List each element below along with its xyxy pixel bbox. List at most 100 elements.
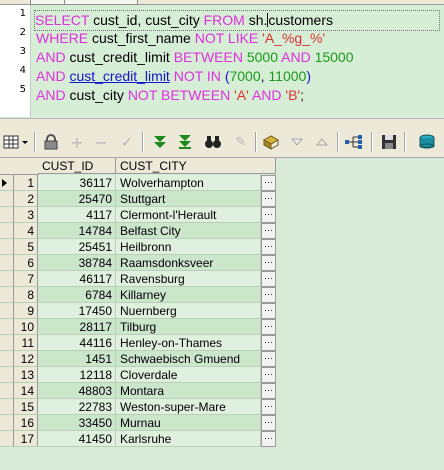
code-token: ; <box>300 87 304 103</box>
table-row[interactable]: 9 17450 Nuernberg ··· <box>0 303 276 319</box>
query-by-example-icon[interactable] <box>262 133 280 151</box>
fetch-next-icon[interactable] <box>151 133 169 151</box>
table-row[interactable]: 3 4117 Clermont-l'Herault ··· <box>0 207 276 223</box>
cust-id-cell[interactable]: 22783 <box>38 399 116 415</box>
lock-icon[interactable] <box>42 133 60 151</box>
find-icon[interactable] <box>204 133 222 151</box>
cust-id-cell[interactable]: 1451 <box>38 351 116 367</box>
row-number: 1 <box>14 175 38 191</box>
fetch-all-icon[interactable] <box>176 133 194 151</box>
cell-editor-button[interactable]: ··· <box>261 255 276 271</box>
cust-city-cell[interactable]: Tilburg <box>116 319 261 335</box>
table-row[interactable]: 5 25451 Heilbronn ··· <box>0 239 276 255</box>
cell-editor-button[interactable]: ··· <box>261 271 276 287</box>
cust-city-cell[interactable]: Cloverdale <box>116 367 261 383</box>
cust-city-cell[interactable]: Wolverhampton <box>116 175 261 191</box>
cust-id-cell[interactable]: 46117 <box>38 271 116 287</box>
table-row[interactable]: 6 38784 Raamsdonksveer ··· <box>0 255 276 271</box>
cust-id-cell[interactable]: 14784 <box>38 223 116 239</box>
table-row[interactable]: 4 14784 Belfast City ··· <box>0 223 276 239</box>
table-row[interactable]: 1 36117 Wolverhampton ··· <box>0 175 276 191</box>
cust-id-cell[interactable]: 25470 <box>38 191 116 207</box>
cust-city-cell[interactable]: Stuttgart <box>116 191 261 207</box>
cell-editor-button[interactable]: ··· <box>261 223 276 239</box>
row-indicator <box>0 335 14 351</box>
cell-editor-button[interactable]: ··· <box>261 415 276 431</box>
cust-id-cell[interactable]: 44116 <box>38 335 116 351</box>
cell-editor-button[interactable]: ··· <box>261 207 276 223</box>
cell-editor-button[interactable]: ··· <box>261 239 276 255</box>
row-indicator <box>0 191 14 207</box>
cust-city-cell[interactable]: Nuernberg <box>116 303 261 319</box>
cell-editor-button[interactable]: ··· <box>261 335 276 351</box>
table-row[interactable]: 8 6784 Killarney ··· <box>0 287 276 303</box>
column-header-cust-id[interactable]: CUST_ID <box>38 158 116 174</box>
cust-id-cell[interactable]: 33450 <box>38 415 116 431</box>
cust-id-cell[interactable]: 12118 <box>38 367 116 383</box>
row-indicator <box>0 287 14 303</box>
code-line[interactable]: WHERE cust_first_name NOT LIKE 'A_%g_%' <box>36 29 440 48</box>
cell-editor-button[interactable]: ··· <box>261 383 276 399</box>
table-row[interactable]: 10 28117 Tilburg ··· <box>0 319 276 335</box>
cust-id-cell[interactable]: 48803 <box>38 383 116 399</box>
post-icon[interactable]: ✓ <box>118 133 136 151</box>
sql-editor[interactable]: 1 2 3 4 5 SELECT cust_id, cust_city FROM… <box>0 5 444 117</box>
code-line[interactable]: AND cust_city NOT BETWEEN 'A' AND 'B'; <box>36 86 440 105</box>
save-icon[interactable] <box>380 133 398 151</box>
cell-editor-button[interactable]: ··· <box>261 175 276 191</box>
cust-id-cell[interactable]: 17450 <box>38 303 116 319</box>
table-row[interactable]: 7 46117 Ravensburg ··· <box>0 271 276 287</box>
add-row-icon[interactable]: + <box>68 133 86 152</box>
cell-editor-button[interactable]: ··· <box>261 399 276 415</box>
cust-city-cell[interactable]: Belfast City <box>116 223 261 239</box>
cust-id-cell[interactable]: 28117 <box>38 319 116 335</box>
cust-city-cell[interactable]: Karlsruhe <box>116 431 261 447</box>
table-row[interactable]: 17 41450 Karlsruhe ··· <box>0 431 276 447</box>
sort-down-icon[interactable] <box>288 133 306 151</box>
cell-editor-button[interactable]: ··· <box>261 367 276 383</box>
cell-editor-button[interactable]: ··· <box>261 191 276 207</box>
cell-editor-button[interactable]: ··· <box>261 351 276 367</box>
code-token: ) <box>306 68 311 84</box>
row-indicator <box>0 271 14 287</box>
cell-editor-button[interactable]: ··· <box>261 303 276 319</box>
tree-icon[interactable] <box>345 133 363 151</box>
cust-id-cell[interactable]: 38784 <box>38 255 116 271</box>
cell-editor-button[interactable]: ··· <box>261 287 276 303</box>
code-token: AND <box>36 87 66 103</box>
grid-corner[interactable] <box>0 158 39 175</box>
clear-icon[interactable]: ✎ <box>232 133 250 151</box>
delete-row-icon[interactable]: − <box>92 133 110 152</box>
table-row[interactable]: 16 33450 Murnau ··· <box>0 415 276 431</box>
cust-city-cell[interactable]: Schwaebisch Gmuend <box>116 351 261 367</box>
cust-city-cell[interactable]: Clermont-l'Herault <box>116 207 261 223</box>
table-row[interactable]: 14 48803 Montara ··· <box>0 383 276 399</box>
export-icon[interactable] <box>418 133 436 151</box>
cust-city-cell[interactable]: Ravensburg <box>116 271 261 287</box>
cust-id-cell[interactable]: 6784 <box>38 287 116 303</box>
table-row[interactable]: 13 12118 Cloverdale ··· <box>0 367 276 383</box>
cust-city-cell[interactable]: Killarney <box>116 287 261 303</box>
code-line[interactable]: AND cust_credit_limit BETWEEN 5000 AND 1… <box>36 48 440 67</box>
cust-id-cell[interactable]: 36117 <box>38 175 116 191</box>
code-line[interactable]: SELECT cust_id, cust_city FROM sh.custom… <box>34 10 440 31</box>
cust-city-cell[interactable]: Weston-super-Mare <box>116 399 261 415</box>
cust-city-cell[interactable]: Heilbronn <box>116 239 261 255</box>
cell-editor-button[interactable]: ··· <box>261 431 276 447</box>
cell-editor-button[interactable]: ··· <box>261 319 276 335</box>
cust-city-cell[interactable]: Montara <box>116 383 261 399</box>
table-row[interactable]: 12 1451 Schwaebisch Gmuend ··· <box>0 351 276 367</box>
cust-id-cell[interactable]: 4117 <box>38 207 116 223</box>
table-row[interactable]: 15 22783 Weston-super-Mare ··· <box>0 399 276 415</box>
table-row[interactable]: 2 25470 Stuttgart ··· <box>0 191 276 207</box>
cust-city-cell[interactable]: Murnau <box>116 415 261 431</box>
grid-menu-icon[interactable] <box>2 133 30 151</box>
cust-city-cell[interactable]: Henley-on-Thames <box>116 335 261 351</box>
sort-up-icon[interactable] <box>313 133 331 151</box>
table-row[interactable]: 11 44116 Henley-on-Thames ··· <box>0 335 276 351</box>
cust-id-cell[interactable]: 41450 <box>38 431 116 447</box>
cust-city-cell[interactable]: Raamsdonksveer <box>116 255 261 271</box>
column-header-cust-city[interactable]: CUST_CITY <box>116 158 276 174</box>
cust-id-cell[interactable]: 25451 <box>38 239 116 255</box>
code-line[interactable]: AND cust_credit_limit NOT IN (7000, 1100… <box>36 67 440 86</box>
